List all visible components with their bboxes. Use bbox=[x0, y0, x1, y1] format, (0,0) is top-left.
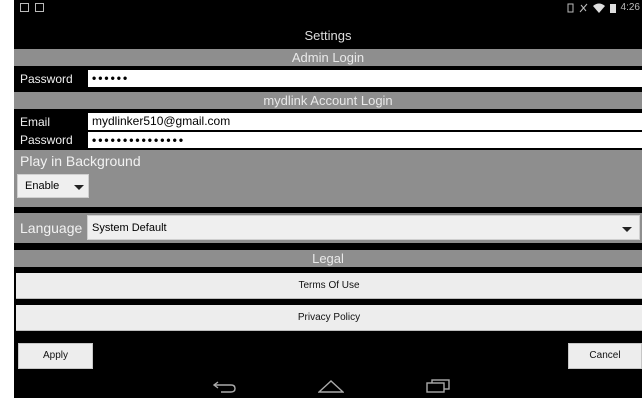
page-title: Settings bbox=[304, 28, 352, 43]
vibrate-icon bbox=[567, 3, 574, 12]
play-in-background-value: Enable bbox=[25, 180, 60, 192]
tablet-screen: 4:26 Settings Admin Login Password •••••… bbox=[14, 0, 642, 398]
battery-icon bbox=[609, 3, 616, 13]
play-in-background-dropdown[interactable]: Enable bbox=[17, 174, 89, 198]
admin-password-field[interactable]: •••••• bbox=[88, 70, 642, 87]
home-icon[interactable] bbox=[318, 379, 344, 393]
terms-of-use-button[interactable]: Terms Of Use bbox=[16, 273, 642, 299]
language-panel: Language System Default bbox=[14, 213, 642, 243]
mydlink-password-label: Password bbox=[20, 133, 73, 147]
chevron-down-icon bbox=[74, 185, 84, 190]
clipboard-notification-icon bbox=[35, 3, 44, 12]
apply-button[interactable]: Apply bbox=[18, 343, 93, 369]
language-dropdown[interactable]: System Default bbox=[87, 215, 640, 240]
no-signal-icon bbox=[579, 3, 587, 12]
play-in-background-panel: Play in Background Enable bbox=[14, 150, 642, 207]
play-in-background-title: Play in Background bbox=[20, 153, 141, 169]
mydlink-password-field[interactable]: ••••••••••••••• bbox=[88, 132, 642, 148]
email-label: Email bbox=[20, 115, 51, 129]
wifi-icon bbox=[592, 3, 605, 13]
legal-header: Legal bbox=[14, 250, 642, 267]
admin-login-header: Admin Login bbox=[14, 49, 642, 66]
admin-password-label: Password bbox=[20, 72, 73, 86]
privacy-policy-button[interactable]: Privacy Policy bbox=[16, 305, 642, 331]
status-bar: 4:26 bbox=[14, 0, 642, 17]
back-icon[interactable] bbox=[213, 379, 237, 393]
recent-apps-icon[interactable] bbox=[426, 379, 450, 393]
mydlink-login-header: mydlink Account Login bbox=[14, 92, 642, 109]
chevron-down-icon bbox=[622, 227, 632, 232]
language-label: Language bbox=[20, 220, 83, 236]
email-field[interactable]: mydlinker510@gmail.com bbox=[88, 113, 642, 130]
language-value: System Default bbox=[92, 222, 167, 234]
cancel-button[interactable]: Cancel bbox=[568, 343, 642, 369]
status-time: 4:26 bbox=[620, 2, 640, 13]
image-notification-icon bbox=[20, 3, 29, 12]
